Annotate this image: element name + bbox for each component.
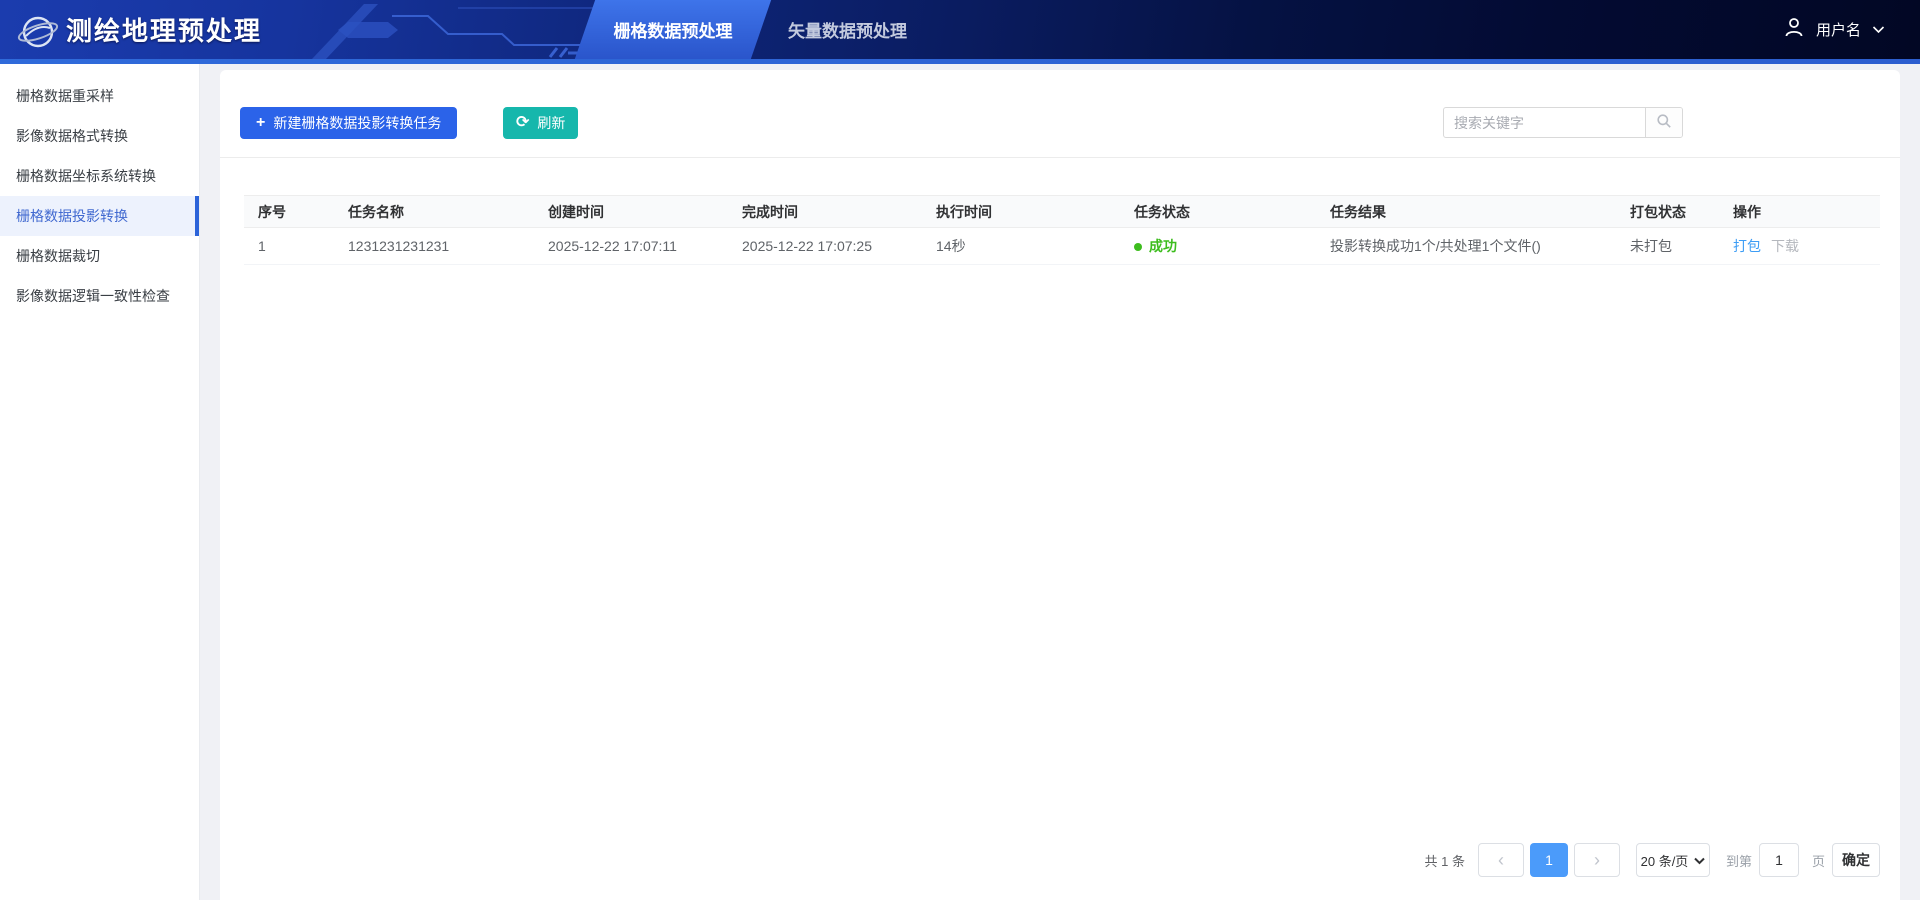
- col-status: 任务状态: [1120, 196, 1316, 228]
- page-size-label: 20 条/页: [1641, 851, 1689, 870]
- tasks-table: 序号 任务名称 创建时间 完成时间 执行时间 任务状态 任务结果 打包状态 操作…: [244, 195, 1880, 265]
- plus-icon: +: [256, 115, 265, 131]
- sidebar: 栅格数据重采样 影像数据格式转换 栅格数据坐标系统转换 栅格数据投影转换 栅格数…: [0, 64, 200, 900]
- goto-suffix-label: 页: [1812, 851, 1825, 870]
- toolbar-divider: [220, 157, 1900, 158]
- main-content-card: + 新建栅格数据投影转换任务 ⟳ 刷新 序号: [220, 70, 1900, 900]
- sidebar-item-clip[interactable]: 栅格数据裁切: [0, 236, 199, 276]
- total-count: 共 1 条: [1425, 851, 1465, 870]
- user-menu[interactable]: 用户名: [1783, 0, 1885, 59]
- app-title: 测绘地理预处理: [66, 0, 262, 59]
- col-created-at: 创建时间: [534, 196, 728, 228]
- package-link[interactable]: 打包: [1733, 238, 1761, 254]
- search-box: [1443, 107, 1683, 138]
- search-button[interactable]: [1645, 108, 1682, 137]
- user-icon: [1783, 16, 1805, 43]
- tab-raster-preprocess[interactable]: 栅格数据预处理: [585, 0, 761, 59]
- cell-created-at: 2025-12-22 17:07:11: [534, 228, 728, 265]
- status-dot-icon: [1134, 243, 1142, 251]
- goto-prefix-label: 到第: [1726, 851, 1752, 870]
- col-result: 任务结果: [1316, 196, 1616, 228]
- chevron-left-icon: ‹: [1498, 850, 1504, 871]
- search-icon: [1656, 113, 1672, 132]
- col-task-name: 任务名称: [334, 196, 534, 228]
- cell-finished-at: 2025-12-22 17:07:25: [728, 228, 922, 265]
- table-header-row: 序号 任务名称 创建时间 完成时间 执行时间 任务状态 任务结果 打包状态 操作: [244, 196, 1880, 228]
- cell-index: 1: [244, 228, 334, 265]
- cell-duration: 14秒: [922, 228, 1120, 265]
- username: 用户名: [1816, 19, 1861, 40]
- goto-page-input[interactable]: [1759, 843, 1799, 877]
- sidebar-item-format-convert[interactable]: 影像数据格式转换: [0, 116, 199, 156]
- table-row: 1 1231231231231 2025-12-22 17:07:11 2025…: [244, 228, 1880, 265]
- sidebar-item-projection-convert[interactable]: 栅格数据投影转换: [0, 196, 199, 236]
- sidebar-item-resample[interactable]: 栅格数据重采样: [0, 76, 199, 116]
- cell-status: 成功: [1120, 228, 1316, 265]
- next-page-button[interactable]: ›: [1574, 843, 1620, 877]
- chevron-down-icon: [1872, 21, 1885, 39]
- tab-vector-preprocess[interactable]: 矢量数据预处理: [775, 0, 920, 59]
- header-accent-line: [0, 59, 1920, 64]
- search-input[interactable]: [1444, 108, 1645, 137]
- page-1-button[interactable]: 1: [1530, 843, 1568, 877]
- sidebar-item-logic-consistency-check[interactable]: 影像数据逻辑一致性检查: [0, 276, 199, 316]
- status-badge: 成功: [1149, 238, 1177, 254]
- new-task-button-label: 新建栅格数据投影转换任务: [273, 113, 441, 133]
- new-task-button[interactable]: + 新建栅格数据投影转换任务: [240, 107, 457, 139]
- sidebar-item-coord-system-convert[interactable]: 栅格数据坐标系统转换: [0, 156, 199, 196]
- refresh-button-label: 刷新: [537, 113, 565, 133]
- col-actions: 操作: [1719, 196, 1880, 228]
- app-logo-icon: [16, 10, 60, 54]
- tasks-table-wrap: 序号 任务名称 创建时间 完成时间 执行时间 任务状态 任务结果 打包状态 操作…: [244, 195, 1880, 265]
- refresh-icon: ⟳: [516, 115, 529, 131]
- refresh-button[interactable]: ⟳ 刷新: [503, 107, 578, 139]
- page-size-select[interactable]: 20 条/页: [1636, 843, 1710, 877]
- cell-result: 投影转换成功1个/共处理1个文件(): [1316, 228, 1616, 265]
- pagination: 共 1 条 ‹ 1 › 20 条/页 到第 页 确定: [1425, 843, 1881, 877]
- confirm-button[interactable]: 确定: [1832, 843, 1880, 877]
- app-header: 测绘地理预处理 栅格数据预处理 矢量数据预处理 用户名: [0, 0, 1920, 64]
- col-package-status: 打包状态: [1616, 196, 1719, 228]
- download-link[interactable]: 下载: [1771, 238, 1799, 254]
- col-index: 序号: [244, 196, 334, 228]
- cell-package-status: 未打包: [1616, 228, 1719, 265]
- chevron-right-icon: ›: [1594, 850, 1600, 871]
- prev-page-button[interactable]: ‹: [1478, 843, 1524, 877]
- cell-task-name: 1231231231231: [334, 228, 534, 265]
- select-chevron-down-icon: [1694, 853, 1705, 868]
- col-duration: 执行时间: [922, 196, 1120, 228]
- cell-actions: 打包下载: [1719, 228, 1880, 265]
- col-finished-at: 完成时间: [728, 196, 922, 228]
